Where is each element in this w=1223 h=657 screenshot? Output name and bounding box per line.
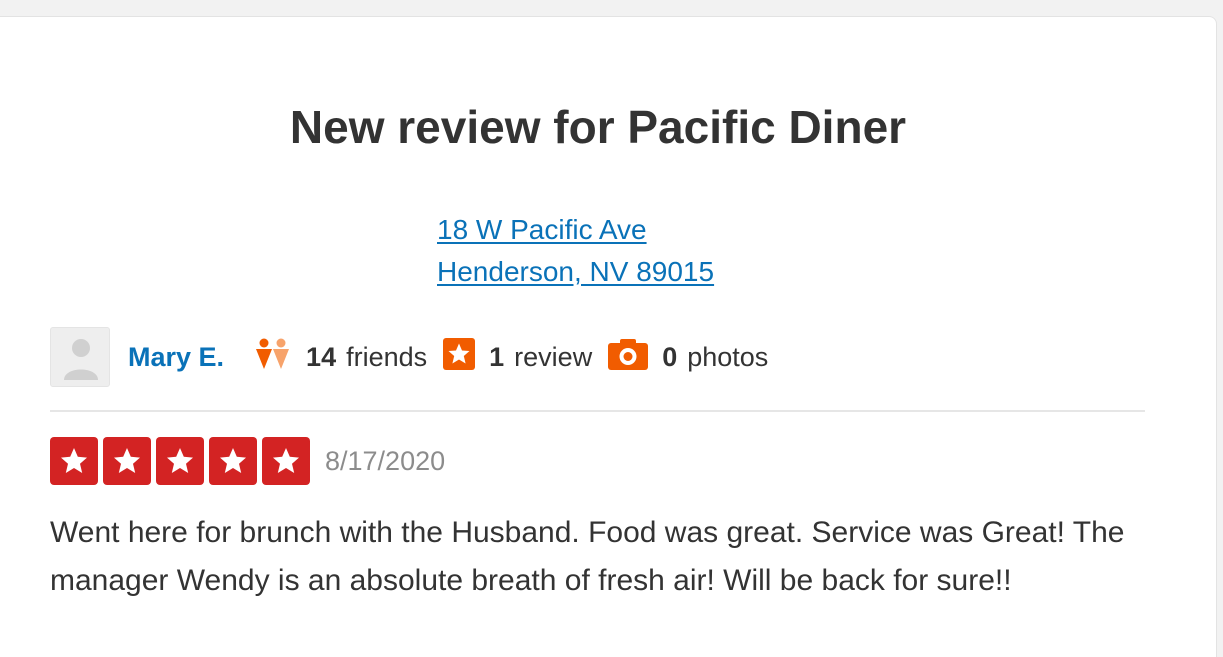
rating-star [50,437,98,485]
friends-label: friends [346,341,428,372]
star-icon [114,448,140,473]
star-icon [167,448,193,473]
star-icon [61,448,87,473]
friends-stat: 14 friends [252,338,427,377]
reviews-count: 1 [489,341,505,372]
reviews-label: review [514,341,593,372]
business-address: 18 W Pacific Ave Henderson, NV 89015 [437,209,714,293]
star-rating [50,437,315,485]
avatar[interactable] [50,327,110,387]
reviewer-name-link[interactable]: Mary E. [128,342,224,373]
camera-icon [608,338,649,377]
rating-star [209,437,257,485]
reviewer-info: Mary E. 14 friends 1 review 0 photos [50,326,768,388]
photos-label: photos [687,341,769,372]
rating-star [103,437,151,485]
review-date: 8/17/2020 [325,445,446,476]
friends-count: 14 [306,341,337,372]
reviews-stat: 1 review [443,337,593,377]
address-line-2-link[interactable]: Henderson, NV 89015 [437,251,714,293]
star-icon [273,448,299,473]
divider [50,410,1145,412]
rating-row: 8/17/2020 [50,437,445,485]
photos-stat: 0 photos [608,338,768,377]
rating-star [156,437,204,485]
rating-star [262,437,310,485]
review-text: Went here for brunch with the Husband. F… [50,516,1125,597]
friends-icon [252,338,292,377]
photos-count: 0 [662,341,678,372]
star-icon [220,448,246,473]
star-icon [443,337,476,377]
page-title: New review for Pacific Diner [289,101,907,153]
address-line-1-link[interactable]: 18 W Pacific Ave [437,209,714,251]
user-silhouette-icon [64,339,98,380]
review-card: New review for Pacific Diner 18 W Pacifi… [0,16,1217,657]
